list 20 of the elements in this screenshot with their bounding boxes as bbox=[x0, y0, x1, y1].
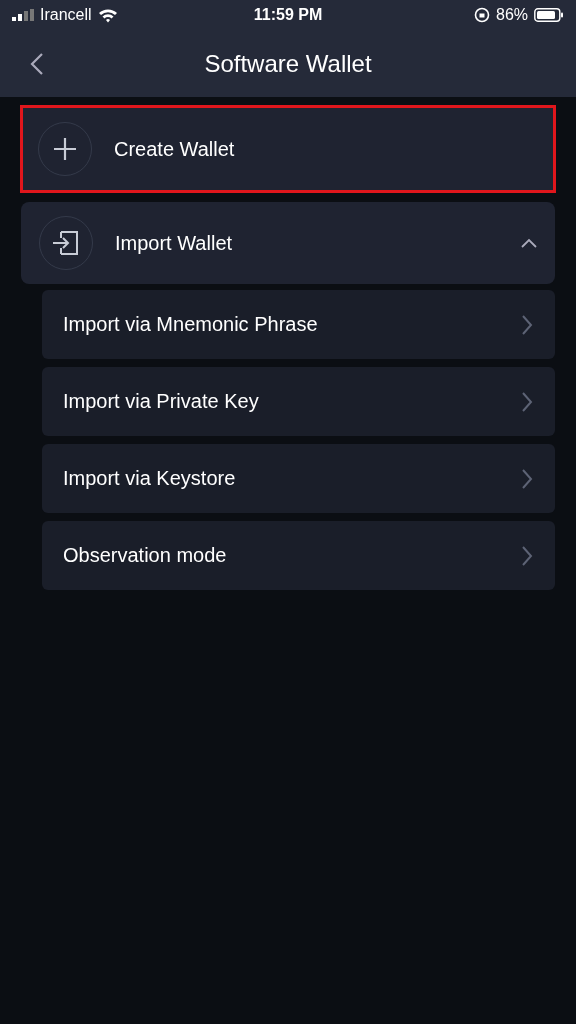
chevron-up-icon bbox=[521, 238, 537, 248]
chevron-right-icon bbox=[521, 313, 533, 336]
import-option[interactable]: Import via Private Key bbox=[42, 367, 555, 436]
wifi-icon bbox=[97, 7, 118, 23]
carrier-name: Irancell bbox=[40, 6, 92, 24]
battery-percent: 86% bbox=[496, 6, 528, 24]
import-option[interactable]: Observation mode bbox=[42, 521, 555, 590]
back-icon bbox=[30, 51, 44, 76]
import-option[interactable]: Import via Keystore bbox=[42, 444, 555, 513]
page-title: Software Wallet bbox=[204, 49, 372, 77]
battery-icon bbox=[534, 8, 564, 22]
chevron-right-icon bbox=[521, 467, 533, 490]
clock-time: 11:59 PM bbox=[253, 6, 323, 24]
rotation-lock-icon bbox=[474, 7, 490, 23]
chevron-right-icon bbox=[521, 544, 533, 567]
chevron-right-icon bbox=[521, 390, 533, 413]
import-option[interactable]: Import via Mnemonic Phrase bbox=[42, 290, 555, 359]
import-wallet-item[interactable]: Import Wallet bbox=[21, 202, 555, 284]
signal-icon bbox=[12, 9, 34, 21]
create-wallet-item[interactable]: Create Wallet bbox=[20, 105, 556, 193]
